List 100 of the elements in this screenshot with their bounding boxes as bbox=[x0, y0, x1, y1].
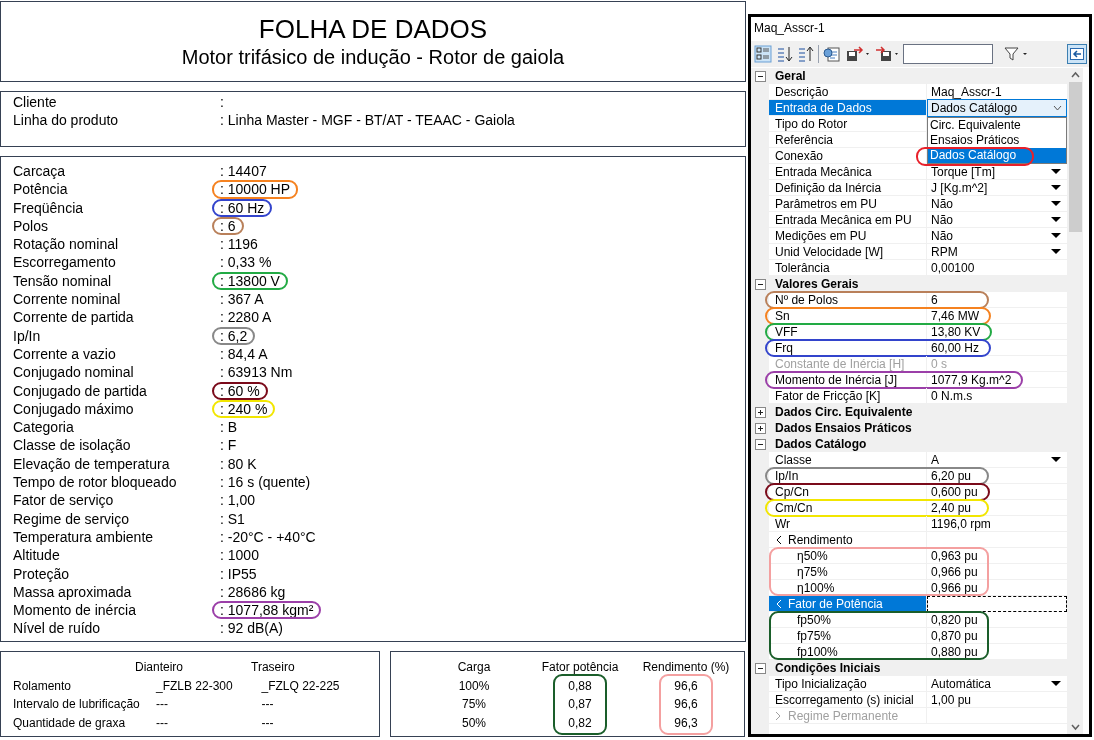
chevron-icon bbox=[775, 710, 782, 721]
property-name[interactable]: Conexão bbox=[769, 148, 927, 164]
spec-label: Massa aproximada bbox=[13, 582, 133, 602]
datasheet-title: FOLHA DE DADOS bbox=[258, 13, 488, 44]
property-value: 13,80 KV bbox=[931, 324, 981, 339]
column-header: Dianteiro bbox=[135, 659, 184, 676]
property-value: 0,966 pu bbox=[931, 580, 978, 595]
spec-label: Polos bbox=[13, 216, 50, 236]
property-name[interactable]: η75% bbox=[769, 564, 927, 580]
spec-value: : 6 bbox=[220, 217, 236, 234]
collapse-icon bbox=[754, 278, 766, 290]
property-value: 1077,9 Kg.m^2 bbox=[931, 372, 1012, 387]
property-name[interactable]: Tipo do Rotor bbox=[769, 116, 927, 132]
table-cell-text: 0,82 bbox=[568, 714, 592, 732]
panel-title: Maq_Asscr-1 bbox=[753, 20, 826, 37]
property-value: Não bbox=[931, 196, 953, 211]
property-name[interactable]: Parâmetros em PU bbox=[769, 196, 927, 212]
property-name[interactable]: Referência bbox=[769, 132, 927, 148]
spec-label: Carcaça bbox=[13, 162, 67, 181]
property-name[interactable]: Classe bbox=[769, 452, 927, 468]
property-value: 0,880 pu bbox=[931, 644, 978, 659]
collapse-icon bbox=[754, 662, 766, 674]
filter-icon bbox=[1003, 45, 1028, 63]
property-value: 0 N.m.s bbox=[931, 388, 973, 403]
categorized-icon bbox=[754, 45, 772, 63]
property-name[interactable]: VFF bbox=[769, 324, 927, 340]
property-name[interactable]: Momento de Inércia [J] bbox=[769, 372, 927, 388]
table-cell-text: 50% bbox=[462, 714, 486, 732]
subgroup-row[interactable]: Rendimento bbox=[769, 532, 927, 548]
field-label: Cliente bbox=[13, 93, 58, 111]
spec-label: Conjugado de partida bbox=[13, 381, 148, 400]
spec-value: : 2280 A bbox=[220, 309, 272, 326]
scrollbar[interactable] bbox=[1067, 68, 1083, 734]
category-label: Condições Iniciais bbox=[774, 660, 881, 676]
table-cell-text: 75% bbox=[462, 696, 486, 713]
property-name[interactable]: fp50% bbox=[769, 612, 927, 628]
property-name[interactable]: Entrada Mecânica bbox=[769, 164, 927, 180]
sort-descending-icon bbox=[798, 45, 814, 63]
combo-box[interactable]: Dados Catálogo bbox=[927, 99, 1067, 117]
property-value: 0,00100 bbox=[931, 260, 975, 275]
spec-label: Fator de serviço bbox=[13, 491, 115, 510]
spec-label: Tensão nominal bbox=[13, 271, 113, 291]
spec-label: Elevação de temperatura bbox=[13, 454, 171, 474]
field-label: Linha do produto bbox=[13, 111, 120, 129]
sort-ascending-icon bbox=[777, 45, 793, 63]
arrow-left-icon bbox=[1070, 48, 1084, 60]
property-name[interactable]: Medições em PU bbox=[769, 228, 927, 244]
property-name[interactable]: η50% bbox=[769, 548, 927, 564]
property-name[interactable]: Entrada Mecânica em PU bbox=[769, 212, 927, 228]
property-name[interactable]: fp75% bbox=[769, 628, 927, 644]
spec-value: : F bbox=[220, 437, 237, 454]
property-name[interactable]: Wr bbox=[769, 516, 927, 532]
table-cell-text: 96,6 bbox=[674, 677, 698, 695]
table-cell-text: 0,87 bbox=[568, 696, 592, 713]
property-value: 1,00 pu bbox=[931, 692, 972, 707]
spec-value: : S1 bbox=[220, 510, 245, 527]
property-name[interactable]: Frq bbox=[769, 340, 927, 356]
expand-icon bbox=[754, 422, 766, 434]
dropdown-option[interactable]: Circ. Equivalente bbox=[928, 118, 1066, 133]
search-field[interactable] bbox=[903, 44, 993, 64]
spec-value: : 60 Hz bbox=[220, 199, 265, 216]
property-name[interactable]: Definição da Inércia bbox=[769, 180, 927, 196]
table-cell-text: _FZLQ 22-225 bbox=[261, 677, 341, 695]
property-name[interactable]: Sn bbox=[769, 308, 927, 324]
property-name[interactable]: Nº de Polos bbox=[769, 292, 927, 308]
spec-label: Tempo de rotor bloqueado bbox=[13, 473, 178, 492]
table-cell-text: 0,88 bbox=[568, 677, 592, 695]
property-name[interactable]: Ip/In bbox=[769, 468, 927, 484]
spec-label: Rotação nominal bbox=[13, 235, 120, 254]
property-name[interactable]: Unid Velocidade [W] bbox=[769, 244, 927, 260]
property-name[interactable]: Escorregamento (s) inicial bbox=[769, 692, 927, 708]
dropdown-option[interactable]: Ensaios Práticos bbox=[928, 133, 1066, 148]
spec-value: : 92 dB(A) bbox=[220, 620, 284, 637]
property-value: Maq_Asscr-1 bbox=[931, 84, 1002, 99]
back-button[interactable] bbox=[1067, 44, 1087, 64]
spec-label: Corrente de partida bbox=[13, 308, 135, 327]
property-name[interactable]: Cm/Cn bbox=[769, 500, 927, 516]
table-cell-text: --- bbox=[261, 714, 275, 732]
category-label: Dados Circ. Equivalente bbox=[774, 404, 913, 420]
property-value: 60,00 Hz bbox=[931, 340, 980, 355]
scrollbar-thumb[interactable] bbox=[1068, 82, 1082, 232]
spec-value: : 13800 V bbox=[220, 272, 280, 289]
property-name[interactable]: Tipo Inicialização bbox=[769, 676, 927, 692]
property-name[interactable]: Entrada de Dados bbox=[769, 100, 927, 116]
spec-value: : 63913 Nm bbox=[220, 364, 293, 381]
column-header: Rendimento (%) bbox=[642, 659, 730, 676]
subgroup-label: Rendimento bbox=[788, 531, 853, 548]
subgroup-label: Regime Permanente bbox=[788, 707, 899, 724]
spec-label: Categoria bbox=[13, 418, 75, 437]
spec-label: Proteção bbox=[13, 564, 71, 583]
spec-value: : IP55 bbox=[220, 565, 257, 582]
spec-label: Escorregamento bbox=[13, 253, 117, 272]
categorized-button[interactable] bbox=[753, 43, 773, 65]
property-value: 0,966 pu bbox=[931, 564, 978, 579]
spec-label: Ip/In bbox=[13, 326, 42, 345]
property-value: A bbox=[931, 452, 939, 467]
subgroup-row[interactable]: Fator de Potência bbox=[769, 596, 927, 612]
spec-value: : 10000 HP bbox=[220, 181, 291, 198]
property-name[interactable]: Cp/Cn bbox=[769, 484, 927, 500]
spec-value: : B bbox=[220, 419, 238, 436]
